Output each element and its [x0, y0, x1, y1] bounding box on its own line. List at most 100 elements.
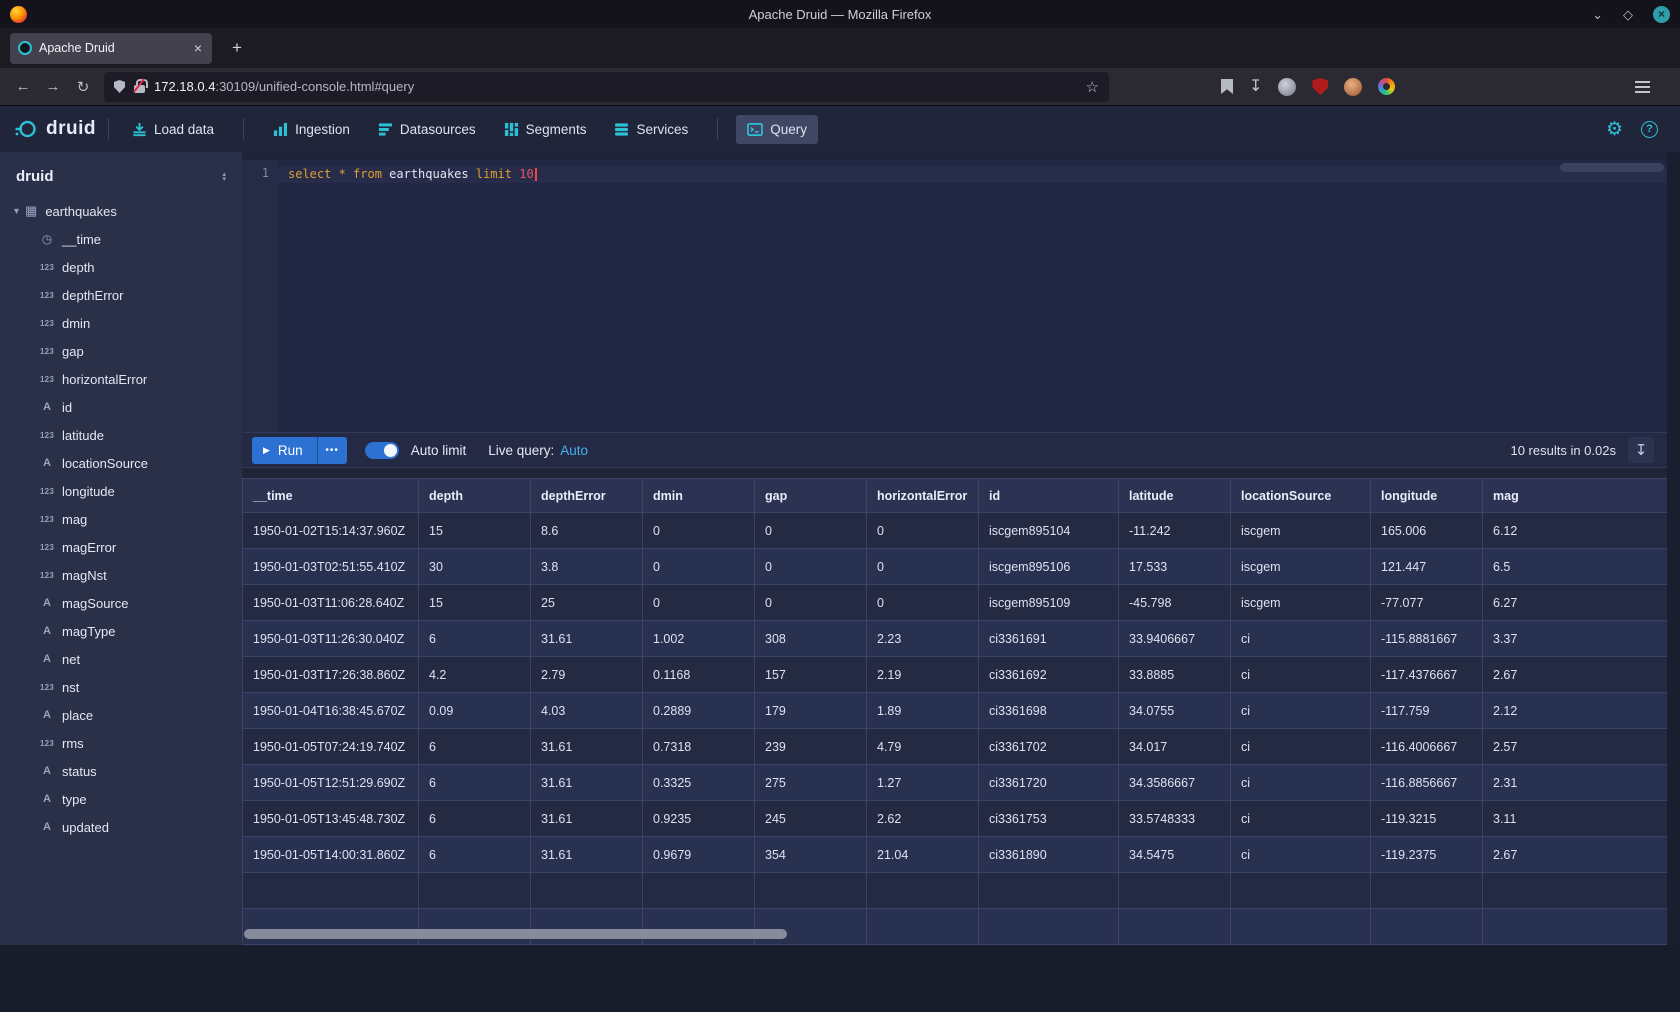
table-cell[interactable]: -119.2375	[1371, 837, 1483, 873]
table-cell[interactable]: 4.2	[419, 657, 531, 693]
table-cell[interactable]: 2.31	[1483, 765, 1680, 801]
table-cell[interactable]: 8.6	[531, 513, 643, 549]
table-cell[interactable]: 31.61	[531, 801, 643, 837]
url-bar[interactable]: 172.18.0.4:30109/unified-console.html#qu…	[104, 72, 1109, 102]
table-cell[interactable]: ci3361720	[979, 765, 1119, 801]
table-cell[interactable]: 21.04	[867, 837, 979, 873]
column-header-depthError[interactable]: depthError	[531, 479, 643, 513]
table-cell[interactable]: -116.4006667	[1371, 729, 1483, 765]
sidebar-column-dmin[interactable]: dmin	[0, 309, 242, 337]
table-cell[interactable]: ci3361691	[979, 621, 1119, 657]
table-cell[interactable]: 1950-01-05T07:24:19.740Z	[243, 729, 419, 765]
table-cell[interactable]: 0	[867, 549, 979, 585]
save-to-pocket-icon[interactable]	[1221, 79, 1233, 94]
column-header-latitude[interactable]: latitude	[1119, 479, 1231, 513]
table-cell[interactable]: 6	[419, 729, 531, 765]
reload-icon[interactable]: ↻	[68, 78, 98, 96]
table-cell[interactable]: -45.798	[1119, 585, 1231, 621]
table-cell[interactable]: 34.5475	[1119, 837, 1231, 873]
table-cell[interactable]: 6.12	[1483, 513, 1680, 549]
table-cell[interactable]: 31.61	[531, 729, 643, 765]
sql-editor[interactable]: 1 select * from earthquakes limit 10	[242, 160, 1680, 432]
table-cell[interactable]: 3.37	[1483, 621, 1680, 657]
table-cell[interactable]: -11.242	[1119, 513, 1231, 549]
table-cell[interactable]: 0	[755, 585, 867, 621]
table-cell[interactable]: ci3361753	[979, 801, 1119, 837]
sidebar-column-depthError[interactable]: depthError	[0, 281, 242, 309]
table-cell[interactable]: 2.23	[867, 621, 979, 657]
table-cell[interactable]: -117.4376667	[1371, 657, 1483, 693]
sidebar-column-nst[interactable]: nst	[0, 673, 242, 701]
column-header-mag[interactable]: mag	[1483, 479, 1680, 513]
forward-icon[interactable]: →	[38, 78, 68, 95]
table-cell[interactable]: ci3361890	[979, 837, 1119, 873]
bookmark-star-icon[interactable]: ☆	[1086, 78, 1099, 96]
table-cell[interactable]: 245	[755, 801, 867, 837]
page-scrollbar-track[interactable]	[1667, 152, 1680, 945]
sidebar-column-id[interactable]: id	[0, 393, 242, 421]
table-cell[interactable]: 1.89	[867, 693, 979, 729]
table-cell[interactable]: 30	[419, 549, 531, 585]
table-cell[interactable]: ci3361692	[979, 657, 1119, 693]
column-header-id[interactable]: id	[979, 479, 1119, 513]
table-cell[interactable]: 2.19	[867, 657, 979, 693]
table-cell[interactable]: 0	[755, 513, 867, 549]
sidebar-column-magType[interactable]: magType	[0, 617, 242, 645]
table-cell[interactable]: iscgem	[1231, 585, 1371, 621]
nav-datasources[interactable]: Datasources	[367, 115, 487, 144]
tab-apache-druid[interactable]: Apache Druid ×	[10, 33, 212, 64]
table-cell[interactable]: -117.759	[1371, 693, 1483, 729]
table-cell[interactable]: 2.57	[1483, 729, 1680, 765]
sidebar-column-mag[interactable]: mag	[0, 505, 242, 533]
table-cell[interactable]: -119.3215	[1371, 801, 1483, 837]
sidebar-column-magNst[interactable]: magNst	[0, 561, 242, 589]
nav-ingestion[interactable]: Ingestion	[262, 115, 361, 144]
table-cell[interactable]: 1950-01-03T11:06:28.640Z	[243, 585, 419, 621]
nav-query[interactable]: Query	[736, 115, 818, 144]
sidebar-column-net[interactable]: net	[0, 645, 242, 673]
table-cell[interactable]: 0.09	[419, 693, 531, 729]
table-cell[interactable]: 31.61	[531, 765, 643, 801]
editor-scrollbar-thumb[interactable]	[1560, 163, 1664, 172]
table-cell[interactable]: 34.3586667	[1119, 765, 1231, 801]
table-cell[interactable]: 1950-01-04T16:38:45.670Z	[243, 693, 419, 729]
table-cell[interactable]: 15	[419, 585, 531, 621]
window-maximize-icon[interactable]: ◇	[1623, 8, 1633, 21]
extension-pinwheel-icon[interactable]	[1378, 78, 1395, 95]
new-tab-button[interactable]: +	[224, 36, 250, 60]
column-header-depth[interactable]: depth	[419, 479, 531, 513]
table-cell[interactable]: 121.447	[1371, 549, 1483, 585]
help-icon[interactable]: ?	[1641, 121, 1658, 138]
sidebar-column-rms[interactable]: rms	[0, 729, 242, 757]
table-cell[interactable]: 0	[643, 585, 755, 621]
sidebar-datasource-earthquakes[interactable]: ▾ ▦ earthquakes	[0, 197, 242, 225]
table-cell[interactable]: 2.79	[531, 657, 643, 693]
table-cell[interactable]: 179	[755, 693, 867, 729]
sidebar-column-magError[interactable]: magError	[0, 533, 242, 561]
table-cell[interactable]: 1950-01-05T12:51:29.690Z	[243, 765, 419, 801]
table-cell[interactable]: 2.67	[1483, 657, 1680, 693]
account-icon[interactable]	[1278, 78, 1296, 96]
downloads-icon[interactable]: ↧	[1249, 79, 1262, 95]
table-cell[interactable]: 17.533	[1119, 549, 1231, 585]
table-cell[interactable]: -115.8881667	[1371, 621, 1483, 657]
table-cell[interactable]: 6	[419, 765, 531, 801]
table-cell[interactable]: 1950-01-03T02:51:55.410Z	[243, 549, 419, 585]
run-more-button[interactable]: •••	[317, 437, 347, 464]
sidebar-column-gap[interactable]: gap	[0, 337, 242, 365]
table-cell[interactable]: 31.61	[531, 621, 643, 657]
table-cell[interactable]: 0.2889	[643, 693, 755, 729]
table-cell[interactable]: ci	[1231, 801, 1371, 837]
table-cell[interactable]: 1.002	[643, 621, 755, 657]
download-results-icon[interactable]: ↧	[1628, 437, 1654, 463]
table-cell[interactable]: 1950-01-02T15:14:37.960Z	[243, 513, 419, 549]
sidebar-column-longitude[interactable]: longitude	[0, 477, 242, 505]
column-header-dmin[interactable]: dmin	[643, 479, 755, 513]
table-cell[interactable]: 34.017	[1119, 729, 1231, 765]
table-cell[interactable]: 2.62	[867, 801, 979, 837]
table-cell[interactable]: 0	[643, 549, 755, 585]
table-cell[interactable]: 1950-01-03T17:26:38.860Z	[243, 657, 419, 693]
table-cell[interactable]: ci	[1231, 693, 1371, 729]
sidebar-column-type[interactable]: type	[0, 785, 242, 813]
table-cell[interactable]: 1950-01-05T13:45:48.730Z	[243, 801, 419, 837]
